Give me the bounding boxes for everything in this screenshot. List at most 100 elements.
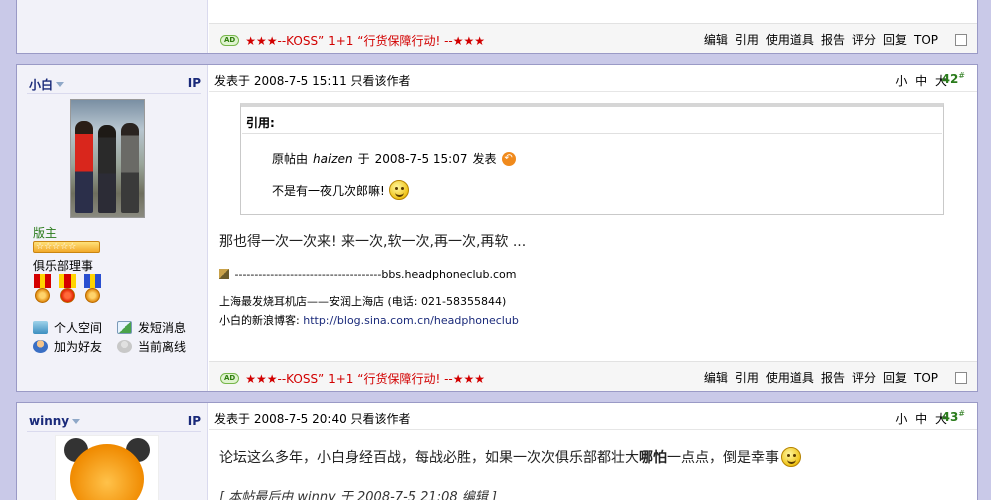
only-author-link[interactable]: 只看该作者 [351, 74, 411, 88]
post-header: 发表于 2008-7-5 20:40 只看该作者 小 中 大 43# [209, 403, 977, 430]
post-42: 小白 IP 版主 ☆☆☆☆☆ 俱乐部理事 个人空间 发短消息 加为好友 当前离线… [16, 64, 978, 392]
post-main: 发表于 2008-7-5 20:40 只看该作者 小 中 大 43# 论坛这么多… [209, 403, 977, 500]
post-sidebar: winny IP [17, 403, 208, 500]
user-title: 俱乐部理事 [33, 259, 94, 273]
quote-link[interactable]: 引用 [735, 369, 759, 386]
edit-link[interactable]: 编辑 [704, 31, 728, 48]
chevron-down-icon[interactable] [56, 82, 65, 87]
message-icon [117, 321, 132, 334]
user-role: 版主 [33, 226, 58, 240]
add-friend-label[interactable]: 加为好友 [54, 338, 102, 355]
quote-source: 原帖由 haizen 于 2008-7-5 15:07 发表 ↶ [272, 150, 516, 167]
floor-number[interactable]: 43# [942, 409, 965, 424]
ad-banner[interactable]: AD ★★★--KOSS” 1+1 “行货保障行动! --★★★ [220, 32, 485, 49]
select-post-checkbox[interactable] [955, 371, 967, 384]
signature-link-row: -------------------------------------bbs… [219, 268, 517, 281]
floor-mark: # [958, 409, 965, 418]
signature-blog-label: 小白的新浪博客: [219, 314, 300, 327]
quote-prefix: 原帖由 [272, 152, 309, 166]
ad-badge-icon: AD [220, 373, 240, 384]
post-sidebar [17, 0, 208, 53]
quote-title: 引用: [246, 116, 275, 130]
ad-banner[interactable]: AD ★★★--KOSS” 1+1 “行货保障行动! --★★★ [220, 370, 485, 387]
medal-icon [58, 274, 77, 308]
author-name-text[interactable]: 小白 [29, 76, 53, 93]
reply-link[interactable]: 回复 [883, 31, 907, 48]
avatar [55, 435, 159, 500]
use-tool-link[interactable]: 使用道具 [766, 31, 814, 48]
user-links-row-2: 加为好友 当前离线 [33, 338, 195, 355]
online-status: 当前离线 [117, 338, 195, 355]
ip-link[interactable]: IP [188, 76, 201, 90]
personal-space-link[interactable]: 个人空间 [33, 319, 111, 336]
online-status-label: 当前离线 [138, 340, 187, 354]
chevron-down-icon[interactable] [72, 418, 81, 424]
select-post-checkbox[interactable] [955, 33, 967, 46]
quote-link[interactable]: 引用 [735, 31, 759, 48]
offline-user-icon [117, 340, 132, 353]
signature-forum-link[interactable]: -------------------------------------bbs… [235, 268, 517, 281]
signature-line: 上海最发烧耳机店——安润上海店 (电话: 021-58355844) [219, 295, 507, 308]
quote-suffix: 发表 [472, 152, 497, 166]
post-footer: AD ★★★--KOSS” 1+1 “行货保障行动! --★★★ 编辑 引用 使… [209, 361, 977, 391]
ip-link[interactable]: IP [188, 414, 201, 428]
quote-user: haizen [313, 151, 353, 166]
signature-blog-row: 小白的新浪博客: http://blog.sina.com.cn/headpho… [219, 312, 519, 328]
add-friend-icon [33, 340, 48, 353]
ad-text[interactable]: ★★★--KOSS” 1+1 “行货保障行动! --★★★ [245, 32, 485, 49]
rate-link[interactable]: 评分 [852, 31, 876, 48]
top-link[interactable]: TOP [914, 371, 938, 385]
report-link[interactable]: 报告 [821, 369, 845, 386]
font-size-switch[interactable]: 小 中 大 [895, 410, 947, 427]
posted-prefix: 发表于 [214, 412, 251, 426]
floor-number[interactable]: 42# [942, 71, 965, 86]
author-name-text[interactable]: winny [29, 414, 69, 428]
medal-icon [83, 274, 102, 308]
quote-block: 引用: 原帖由 haizen 于 2008-7-5 15:07 发表 ↶ 不是有… [240, 103, 944, 215]
add-friend-link[interactable]: 加为好友 [33, 338, 111, 355]
only-author-link[interactable]: 只看该作者 [351, 412, 411, 426]
top-link[interactable]: TOP [914, 33, 938, 47]
personal-space-label[interactable]: 个人空间 [54, 319, 102, 336]
rate-link[interactable]: 评分 [852, 369, 876, 386]
smiley-icon [781, 447, 801, 467]
quote-text: 不是有一夜几次郎嘛! [272, 183, 385, 198]
post-footer: AD ★★★--KOSS” 1+1 “行货保障行动! --★★★ 编辑 引用 使… [209, 23, 977, 53]
post-header: 发表于 2008-7-5 15:11 只看该作者 小 中 大 42# [209, 65, 977, 92]
post-actions: 编辑 引用 使用道具 报告 评分 回复 TOP [704, 31, 967, 48]
author-name[interactable]: winny [29, 414, 81, 428]
send-message-link[interactable]: 发短消息 [117, 319, 195, 336]
signature-blog-link[interactable]: http://blog.sina.com.cn/headphoneclub [303, 314, 519, 327]
post-sidebar: 小白 IP 版主 ☆☆☆☆☆ 俱乐部理事 个人空间 发短消息 加为好友 当前离线 [17, 65, 208, 391]
edit-note: [ 本帖最后由 winny 于 2008-7-5 21:08 编辑 ] [219, 490, 497, 500]
reply-link[interactable]: 回复 [883, 369, 907, 386]
edit-link[interactable]: 编辑 [704, 369, 728, 386]
floor-number-text[interactable]: 42 [942, 72, 959, 86]
quote-time: 2008-7-5 15:07 [374, 151, 468, 166]
report-link[interactable]: 报告 [821, 31, 845, 48]
send-message-label[interactable]: 发短消息 [138, 319, 186, 336]
medal-list [33, 274, 102, 308]
post-body: 论坛这么多年，小白身经百战，每战必胜，如果一次次俱乐部都壮大 哪怕 一点点，倒是… [219, 447, 801, 467]
post-previous: AD ★★★--KOSS” 1+1 “行货保障行动! --★★★ 编辑 引用 使… [16, 0, 978, 54]
floor-mark: # [958, 71, 965, 80]
post-meta: 发表于 2008-7-5 15:11 只看该作者 [214, 72, 411, 89]
post-body-text: 一点点，倒是幸事 [667, 450, 779, 466]
avatar [70, 99, 145, 218]
font-size-switch[interactable]: 小 中 大 [895, 72, 947, 89]
divider [242, 133, 942, 134]
post-body-bold: 哪怕 [639, 450, 667, 466]
post-datetime: 2008-7-5 20:40 [253, 412, 347, 426]
post-main: 发表于 2008-7-5 15:11 只看该作者 小 中 大 42# 引用: 原… [209, 65, 977, 391]
floor-number-text[interactable]: 43 [942, 410, 959, 424]
ad-text[interactable]: ★★★--KOSS” 1+1 “行货保障行动! --★★★ [245, 370, 485, 387]
author-name[interactable]: 小白 [29, 76, 65, 93]
post-43: winny IP 发表于 2008-7-5 20:40 只看该作者 小 中 大 … [16, 402, 978, 500]
goto-original-icon[interactable]: ↶ [501, 151, 516, 166]
use-tool-link[interactable]: 使用道具 [766, 369, 814, 386]
post-meta: 发表于 2008-7-5 20:40 只看该作者 [214, 410, 411, 427]
post-body-text: 论坛这么多年，小白身经百战，每战必胜，如果一次次俱乐部都壮大 [219, 450, 639, 466]
medal-icon [33, 274, 52, 308]
user-links-row-1: 个人空间 发短消息 [33, 319, 195, 336]
divider [27, 431, 201, 432]
